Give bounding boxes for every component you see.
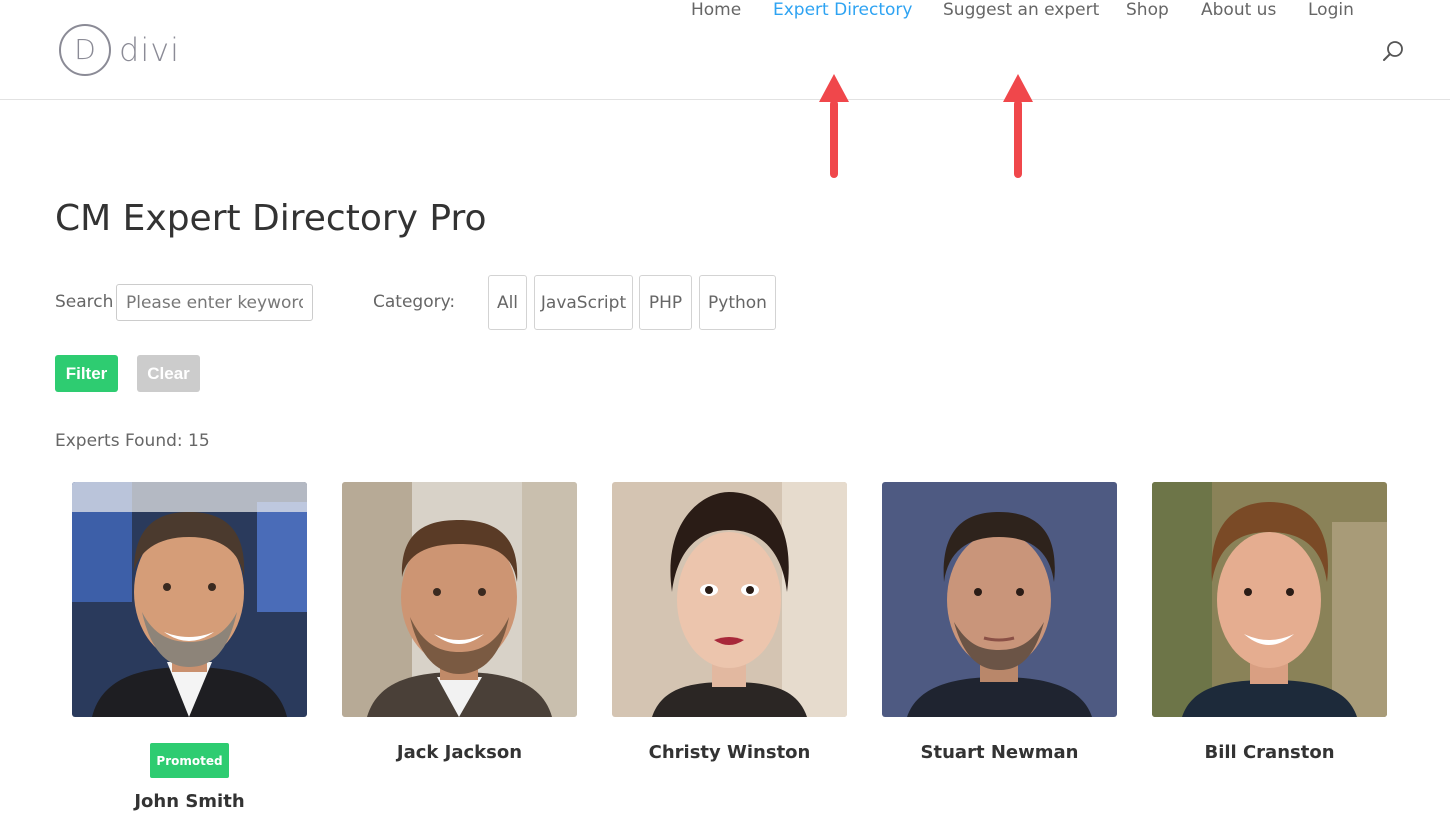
category-all[interactable]: All [488, 275, 527, 330]
annotation-arrow-suggest-expert [1003, 74, 1033, 178]
expert-photo[interactable] [342, 482, 577, 717]
nav-about-us[interactable]: About us [1201, 0, 1276, 20]
nav-suggest-an-expert[interactable]: Suggest an expert [943, 0, 1099, 20]
expert-card [1152, 482, 1387, 717]
expert-photo[interactable] [882, 482, 1117, 717]
category-label: Category: [373, 292, 456, 312]
category-javascript[interactable]: JavaScript [534, 275, 633, 330]
expert-card [882, 482, 1117, 717]
expert-card [612, 482, 847, 717]
experts-found-count: Experts Found: 15 [55, 431, 210, 451]
expert-name[interactable]: Bill Cranston [1152, 742, 1387, 763]
category-php[interactable]: PHP [639, 275, 692, 330]
logo-letter: D [74, 33, 96, 66]
nav-shop[interactable]: Shop [1126, 0, 1169, 20]
divi-logo[interactable]: D divi [59, 22, 180, 78]
expert-name[interactable]: Stuart Newman [882, 742, 1117, 763]
logo-mark: D [59, 24, 111, 76]
nav-home[interactable]: Home [691, 0, 741, 20]
expert-name[interactable]: Jack Jackson [342, 742, 577, 763]
category-python[interactable]: Python [699, 275, 776, 330]
nav-login[interactable]: Login [1308, 0, 1354, 20]
expert-card [72, 482, 307, 717]
expert-photo[interactable] [612, 482, 847, 717]
search-icon[interactable] [1382, 40, 1404, 62]
expert-photo[interactable] [1152, 482, 1387, 717]
site-header: D divi Home Expert Directory Suggest an … [0, 0, 1450, 100]
search-input[interactable] [116, 284, 313, 321]
filter-button[interactable]: Filter [55, 355, 118, 392]
promoted-badge: Promoted [150, 743, 229, 778]
page-title: CM Expert Directory Pro [55, 198, 487, 239]
expert-name[interactable]: Christy Winston [612, 742, 847, 763]
clear-button[interactable]: Clear [137, 355, 200, 392]
expert-photo[interactable] [72, 482, 307, 717]
search-label: Search [55, 292, 114, 312]
nav-expert-directory[interactable]: Expert Directory [773, 0, 912, 20]
annotation-arrow-expert-directory [819, 74, 849, 178]
expert-card [342, 482, 577, 717]
logo-text: divi [119, 31, 181, 69]
expert-name[interactable]: John Smith [72, 791, 307, 812]
